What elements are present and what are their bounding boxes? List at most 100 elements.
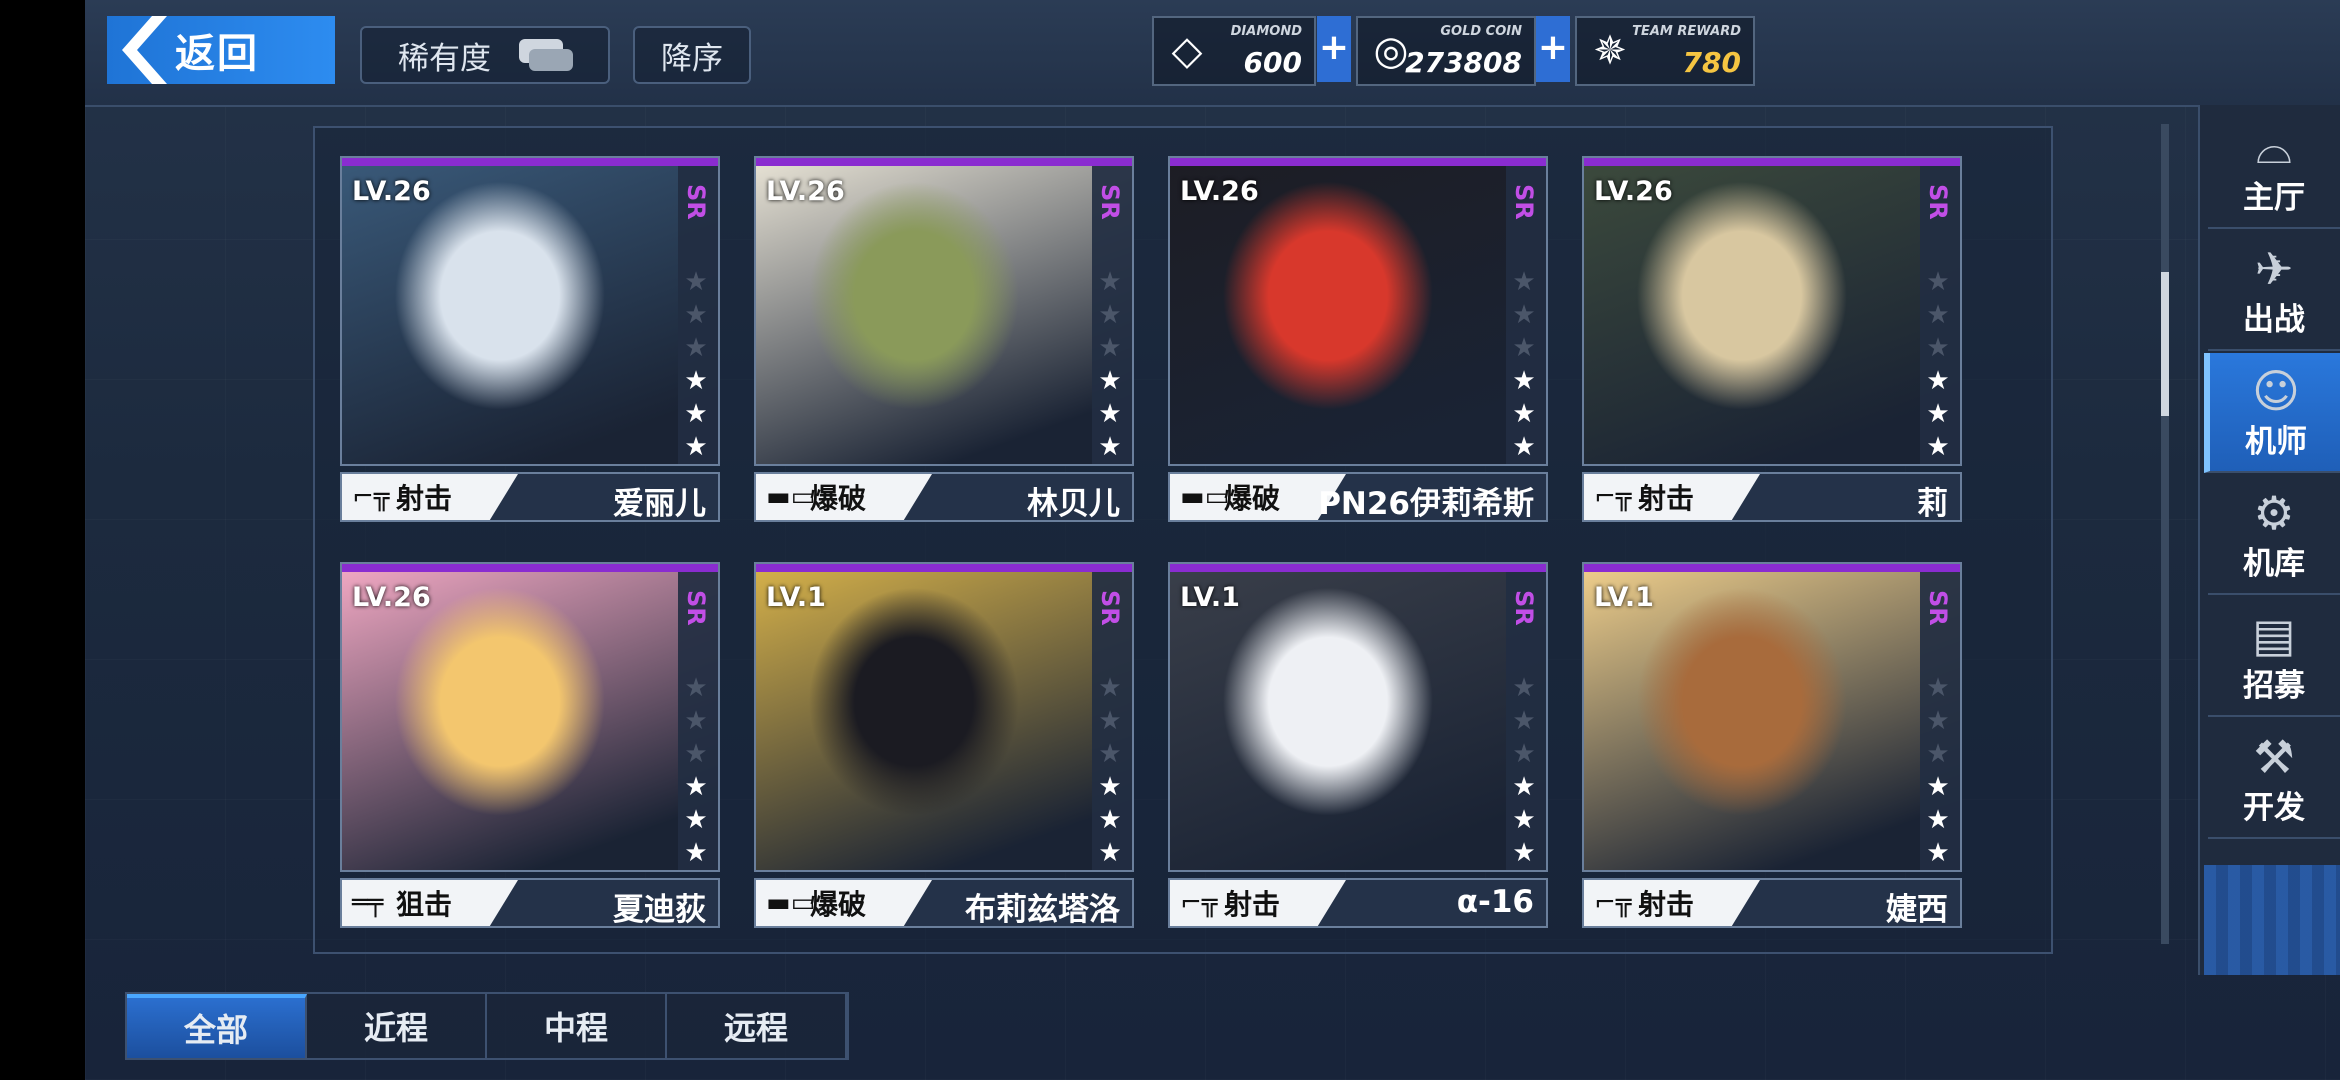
star-icon: ★: [1098, 739, 1122, 769]
add-diamond-button[interactable]: +: [1317, 16, 1351, 82]
pilot-level: LV.1: [1594, 582, 1654, 613]
recruit-icon: ▤: [2252, 608, 2296, 662]
pilot-card[interactable]: LV.1 SR ★ ★ ★ ★ ★ ★ ⌐╦ 射击 婕西: [1582, 562, 1962, 944]
rarity-column: SR ★ ★ ★ ★ ★ ★: [1506, 572, 1546, 870]
pilot-portrait: LV.26 SR ★ ★ ★ ★ ★ ★: [340, 156, 720, 466]
star-icon: ★: [1926, 838, 1950, 868]
screen: 返回 稀有度 降序 ◇ DIAMOND 600 + ◎ GOLD COIN 27…: [85, 0, 2340, 1080]
pilot-level: LV.26: [766, 176, 845, 207]
weapon-icon: ▬▭: [766, 482, 816, 512]
star-icon: ★: [684, 838, 708, 868]
pilot-info-bar: ▬▭ 爆破 PN26伊莉希斯: [1168, 472, 1548, 522]
star-icon: ★: [1512, 706, 1536, 736]
pilot-card[interactable]: LV.26 SR ★ ★ ★ ★ ★ ★ ═╤ 狙击 夏迪荻: [340, 562, 720, 944]
nav-item[interactable]: ⌓ 主厅: [2208, 109, 2340, 229]
gold-value: 273808: [1405, 46, 1522, 79]
star-icon: ★: [1926, 333, 1950, 363]
pilot-info-bar: ⌐╦ 射击 莉: [1582, 472, 1962, 522]
pilot-name: 爱丽儿: [613, 486, 706, 522]
star-rating: ★ ★ ★ ★ ★ ★: [1098, 266, 1122, 464]
pilot-role: ▬▭ 爆破: [756, 880, 932, 926]
gold-counter: ◎ GOLD COIN 273808: [1356, 16, 1536, 86]
nav-decoration: [2204, 865, 2340, 975]
star-icon: ★: [1098, 673, 1122, 703]
back-button[interactable]: 返回: [107, 16, 335, 84]
rarity-badge: SR: [1924, 184, 1952, 220]
rarity-badge: SR: [1924, 590, 1952, 626]
role-label: 射击: [1224, 888, 1281, 921]
right-nav: ⌓ 主厅 ✈ 出战 ☺ 机师 ⚙ 机库 ▤ 招募 ⚒ 开发: [2198, 105, 2340, 975]
pilot-card[interactable]: LV.1 SR ★ ★ ★ ★ ★ ★ ⌐╦ 射击 α-16: [1168, 562, 1548, 944]
pilot-info-bar: ▬▭ 爆破 林贝儿: [754, 472, 1134, 522]
nav-item[interactable]: ⚙ 机库: [2208, 475, 2340, 595]
star-icon: ★: [1926, 267, 1950, 297]
nav-label: 开发: [2243, 790, 2305, 826]
pilot-role: ⌐╦ 射击: [342, 474, 518, 520]
star-rating: ★ ★ ★ ★ ★ ★: [1512, 672, 1536, 870]
hall-icon: ⌓: [2255, 120, 2293, 174]
add-gold-button[interactable]: +: [1536, 16, 1570, 82]
role-label: 爆破: [810, 888, 867, 921]
scrollbar-thumb[interactable]: [2161, 272, 2169, 416]
nav-item[interactable]: ▤ 招募: [2208, 597, 2340, 717]
weapon-icon: ⌐╦: [352, 482, 390, 512]
weapon-icon: ═╤: [352, 888, 384, 918]
star-icon: ★: [684, 267, 708, 297]
battle-icon: ✈: [2254, 242, 2294, 296]
pilot-info-bar: ⌐╦ 射击 婕西: [1582, 878, 1962, 928]
star-icon: ★: [1098, 706, 1122, 736]
reward-value: 780: [1682, 46, 1741, 79]
star-icon: ★: [684, 399, 708, 429]
star-rating: ★ ★ ★ ★ ★ ★: [1926, 672, 1950, 870]
pilot-info-bar: ⌐╦ 射击 α-16: [1168, 878, 1548, 928]
star-icon: ★: [1512, 432, 1536, 462]
role-label: 射击: [1638, 888, 1695, 921]
range-tab[interactable]: 中程: [487, 994, 667, 1058]
pilot-portrait: LV.26 SR ★ ★ ★ ★ ★ ★: [1168, 156, 1548, 466]
order-label: 降序: [661, 40, 723, 77]
pilot-icon: ☺: [2252, 364, 2300, 418]
range-tab[interactable]: 近程: [307, 994, 487, 1058]
order-button[interactable]: 降序: [633, 26, 751, 84]
pilot-level: LV.26: [352, 176, 431, 207]
pilot-card[interactable]: LV.26 SR ★ ★ ★ ★ ★ ★ ⌐╦ 射击 莉: [1582, 156, 1962, 538]
pilot-portrait: LV.1 SR ★ ★ ★ ★ ★ ★: [754, 562, 1134, 872]
weapon-icon: ⌐╦: [1594, 482, 1632, 512]
rarity-badge: SR: [1510, 590, 1538, 626]
rarity-column: SR ★ ★ ★ ★ ★ ★: [1506, 166, 1546, 464]
diamond-value: 600: [1243, 46, 1302, 79]
star-icon: ★: [1098, 838, 1122, 868]
role-label: 射击: [1638, 482, 1695, 515]
pilot-card[interactable]: LV.1 SR ★ ★ ★ ★ ★ ★ ▬▭ 爆破 布莉兹塔洛: [754, 562, 1134, 944]
star-icon: ★: [1512, 838, 1536, 868]
rarity-column: SR ★ ★ ★ ★ ★ ★: [1920, 166, 1960, 464]
star-icon: ★: [1926, 772, 1950, 802]
nav-item[interactable]: ☺ 机师: [2204, 353, 2340, 473]
pilot-role: ▬▭ 爆破: [756, 474, 932, 520]
pilot-card[interactable]: LV.26 SR ★ ★ ★ ★ ★ ★ ▬▭ 爆破 林贝儿: [754, 156, 1134, 538]
range-tab[interactable]: 全部: [127, 994, 307, 1058]
pilot-role: ⌐╦ 射击: [1170, 880, 1346, 926]
pilot-card[interactable]: LV.26 SR ★ ★ ★ ★ ★ ★ ▬▭ 爆破 PN26伊莉希斯: [1168, 156, 1548, 538]
pilot-portrait: LV.1 SR ★ ★ ★ ★ ★ ★: [1582, 562, 1962, 872]
team-reward-counter: ✵ TEAM REWARD 780: [1575, 16, 1755, 86]
pilot-card[interactable]: LV.26 SR ★ ★ ★ ★ ★ ★ ⌐╦ 射击 爱丽儿: [340, 156, 720, 538]
range-tab[interactable]: 远程: [667, 994, 847, 1058]
star-rating: ★ ★ ★ ★ ★ ★: [1098, 672, 1122, 870]
star-icon: ★: [1512, 772, 1536, 802]
star-icon: ★: [1098, 300, 1122, 330]
nav-item[interactable]: ✈ 出战: [2208, 231, 2340, 351]
star-icon: ★: [1512, 267, 1536, 297]
star-rating: ★ ★ ★ ★ ★ ★: [684, 672, 708, 870]
scrollbar[interactable]: [2161, 124, 2169, 944]
gold-caption: GOLD COIN: [1440, 24, 1522, 39]
star-icon: ★: [684, 805, 708, 835]
star-icon: ★: [1926, 399, 1950, 429]
pilot-name: 林贝儿: [1027, 486, 1120, 522]
pilot-name: 布莉兹塔洛: [965, 892, 1120, 928]
pilot-role: ═╤ 狙击: [342, 880, 518, 926]
rarity-sort-button[interactable]: 稀有度: [360, 26, 610, 84]
star-icon: ★: [1926, 739, 1950, 769]
role-label: 爆破: [810, 482, 867, 515]
nav-item[interactable]: ⚒ 开发: [2208, 719, 2340, 839]
